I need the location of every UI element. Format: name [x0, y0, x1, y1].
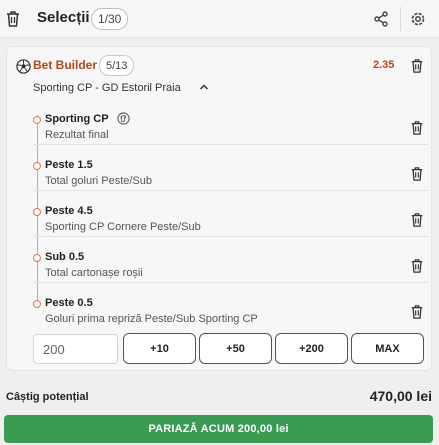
selection-name: Sub 0.5 — [45, 251, 85, 263]
max-stake-button[interactable]: MAX — [351, 333, 424, 364]
trash-icon[interactable] — [5, 10, 21, 28]
place-bet-button[interactable]: PARIAZĂ ACUM 200,00 lei — [4, 415, 433, 443]
selection-item: Peste 1.5 Total goluri Peste/Sub — [7, 145, 431, 191]
selection-item: Sporting CP Rezultat final — [7, 99, 431, 145]
bet-builder-odds: 2.35 — [373, 59, 395, 71]
timeline-dot — [33, 208, 41, 216]
timeline-dot — [33, 116, 41, 124]
selection-market: Sporting CP Cornere Peste/Sub — [45, 221, 201, 233]
selection-market: Total goluri Peste/Sub — [45, 175, 153, 187]
selections-header: Selecții 1/30 — [0, 0, 439, 38]
match-name[interactable]: Sporting CP - GD Estoril Praia — [33, 82, 181, 94]
share-icon[interactable] — [373, 11, 389, 27]
timeline-dot — [33, 162, 41, 170]
trash-icon[interactable] — [410, 120, 424, 136]
add-50-button[interactable]: +50 — [199, 333, 272, 364]
selection-item: Peste 4.5 Sporting CP Cornere Peste/Sub — [7, 191, 431, 237]
trash-icon[interactable] — [410, 258, 424, 274]
timeline-dot — [33, 254, 41, 262]
selection-name: Peste 1.5 — [45, 159, 93, 171]
chevron-up-icon[interactable] — [198, 80, 210, 94]
trash-icon[interactable] — [410, 58, 424, 74]
trash-icon[interactable] — [410, 166, 424, 182]
selection-item: Peste 0.5 Goluri prima repriză Peste/Sub… — [7, 283, 431, 329]
football-shirt-icon — [117, 112, 130, 125]
bet-builder-card: Bet Builder 5/13 2.35 Sporting CP - GD E… — [6, 46, 432, 371]
selection-count-badge: 1/30 — [91, 8, 129, 30]
header-divider — [400, 7, 401, 31]
stake-input[interactable]: 200 — [33, 334, 118, 364]
bet-builder-label: Bet Builder — [33, 58, 98, 72]
timeline-dot — [33, 300, 41, 308]
selection-name: Sporting CP — [45, 113, 109, 125]
selection-name: Peste 0.5 — [45, 297, 93, 309]
add-10-button[interactable]: +10 — [123, 333, 196, 364]
selection-market: Goluri prima repriză Peste/Sub Sporting … — [45, 313, 258, 325]
selection-market: Total cartonașe roșii — [45, 267, 143, 279]
potential-win-label: Câștig potențial — [6, 391, 89, 403]
potential-win-value: 470,00 lei — [369, 388, 432, 404]
bet-builder-count-badge: 5/13 — [99, 55, 135, 76]
gear-icon[interactable] — [409, 10, 427, 28]
trash-icon[interactable] — [410, 212, 424, 228]
soccer-ball-icon — [16, 59, 31, 74]
add-200-button[interactable]: +200 — [275, 333, 348, 364]
selection-market: Rezultat final — [45, 129, 109, 141]
page-title: Selecții — [37, 9, 90, 26]
selection-item: Sub 0.5 Total cartonașe roșii — [7, 237, 431, 283]
trash-icon[interactable] — [410, 304, 424, 320]
selection-name: Peste 4.5 — [45, 205, 93, 217]
